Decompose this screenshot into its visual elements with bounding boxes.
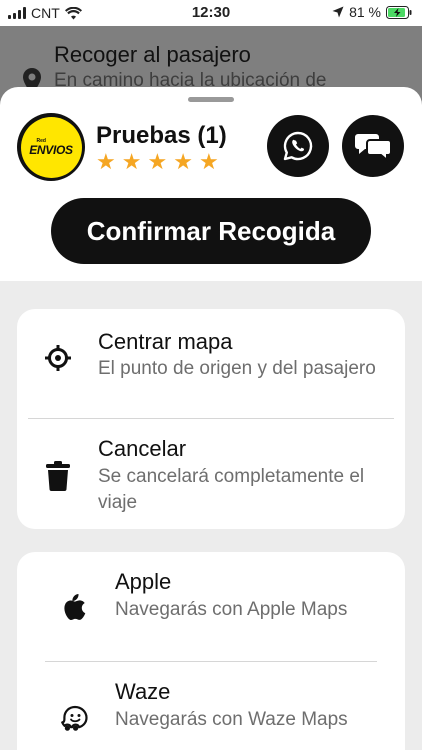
company-logo: Red ENVIOS [17,113,85,181]
option-subtitle: Navegarás con Waze Maps [115,709,348,730]
option-title: Waze [115,679,171,704]
cancel-option[interactable]: Cancelar Se cancelará completamente el v… [17,419,405,529]
actions-card: Centrar mapa El punto de origen y del pa… [17,309,405,529]
passenger-name: Pruebas (1) [96,122,227,149]
chat-bubbles-icon [355,134,392,162]
trash-icon [41,459,75,493]
drag-handle[interactable] [188,97,234,102]
option-subtitle: Navegarás con Apple Maps [115,599,348,620]
star-icon: ★ [147,149,168,174]
whatsapp-button[interactable] [267,115,329,177]
waze-option[interactable]: Waze Navegarás con Waze Maps [17,662,405,750]
option-subtitle: El punto de origen y del pasajero [98,358,376,379]
option-title: Apple [115,569,172,594]
status-bar: CNT 12:30 81 % [0,0,422,26]
star-icon: ★ [121,149,142,174]
crosshair-icon [41,341,75,375]
whatsapp-icon [283,131,313,161]
battery-charging-icon [386,5,412,19]
option-subtitle: Se cancelará completamente el viaje [98,466,365,513]
logo-text: ENVIOS [29,142,73,157]
center-map-option[interactable]: Centrar mapa El punto de origen y del pa… [17,309,405,419]
option-title: Cancelar [98,436,187,461]
confirm-pickup-button[interactable]: Confirmar Recogida [51,198,371,264]
rating-stars: ★ ★ ★ ★ ★ [96,151,219,173]
star-icon: ★ [198,149,219,174]
apple-icon [57,590,91,624]
location-arrow-icon [332,6,344,18]
option-title: Centrar mapa [98,329,233,354]
pickup-title: Recoger al pasajero [54,42,251,67]
apple-maps-option[interactable]: Apple Navegarás con Apple Maps [17,552,405,662]
bottom-sheet: Red ENVIOS Pruebas (1) ★ ★ ★ ★ ★ Confirm… [0,87,422,281]
chat-button[interactable] [342,115,404,177]
status-right: 81 % [332,4,412,20]
navigation-card: Apple Navegarás con Apple Maps Waze Nave… [17,552,405,750]
star-icon: ★ [173,149,193,174]
waze-icon [57,702,91,736]
battery-percent: 81 % [349,4,381,20]
star-icon: ★ [96,149,116,174]
